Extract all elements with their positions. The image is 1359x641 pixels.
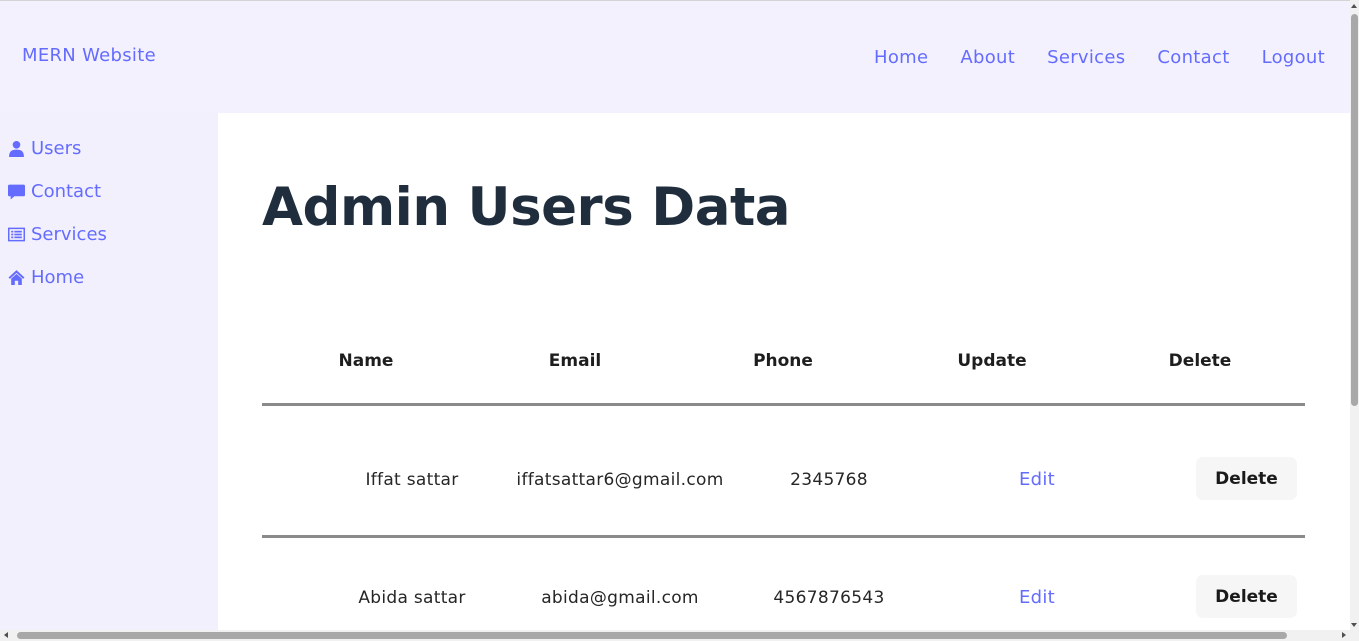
edit-cell: Edit [1019,469,1055,490]
horizontal-scrollbar[interactable] [0,630,1350,641]
sidebar-item-users[interactable]: Users [8,138,81,159]
edit-cell: Edit [1019,587,1055,608]
nav-logout-link[interactable]: Logout [1262,47,1325,68]
page-title: Admin Users Data [262,177,791,238]
brand-logo[interactable]: MERN Website [22,45,156,66]
table-header-email: Email [548,351,602,371]
nav-services-link[interactable]: Services [1047,47,1125,68]
admin-main-content: Admin Users Data Name Email Phone Update… [218,113,1350,641]
nav-about-link[interactable]: About [960,47,1015,68]
user-phone-cell: 2345768 [790,470,868,490]
sidebar-item-label: Home [31,267,85,288]
home-icon [8,270,25,285]
scroll-up-icon[interactable] [1351,4,1357,8]
delete-user-button[interactable]: Delete [1196,575,1297,618]
nav-contact-link[interactable]: Contact [1157,47,1229,68]
edit-user-link[interactable]: Edit [1019,469,1055,490]
sidebar-item-services[interactable]: Services [8,224,107,245]
table-header-name: Name [338,351,394,371]
sidebar-item-contact[interactable]: Contact [8,181,101,202]
sidebar-item-label: Services [31,224,107,245]
table-header-delete: Delete [1168,351,1232,371]
user-name-cell: Abida sattar [358,588,466,608]
admin-sidebar: Users Contact Services Home [0,113,218,641]
top-navbar: MERN Website Home About Services Contact… [0,0,1359,113]
message-icon [8,184,25,200]
scroll-down-icon[interactable] [1351,623,1357,627]
vertical-scroll-thumb[interactable] [1351,14,1358,406]
main-nav: Home About Services Contact Logout [874,47,1325,68]
scroll-right-icon[interactable] [1342,632,1346,638]
sidebar-item-home[interactable]: Home [8,267,84,288]
horizontal-scroll-thumb[interactable] [17,632,1287,639]
sidebar-item-label: Users [31,138,82,159]
top-border [0,0,1359,1]
user-email-cell: abida@gmail.com [541,588,699,608]
table-header-phone: Phone [753,351,813,371]
user-name-cell: Iffat sattar [365,470,459,490]
table-header-update: Update [957,351,1027,371]
edit-user-link[interactable]: Edit [1019,587,1055,608]
vertical-scrollbar[interactable] [1350,0,1359,641]
user-phone-cell: 4567876543 [773,588,885,608]
table-divider [262,535,1305,538]
user-email-cell: iffatsattar6@gmail.com [516,470,724,490]
scroll-left-icon[interactable] [4,632,8,638]
nav-home-link[interactable]: Home [874,47,928,68]
list-icon [8,227,25,242]
delete-user-button[interactable]: Delete [1196,457,1297,500]
sidebar-item-label: Contact [31,181,102,202]
table-divider [262,403,1305,406]
page: MERN Website Home About Services Contact… [0,0,1359,641]
user-icon [9,140,24,157]
